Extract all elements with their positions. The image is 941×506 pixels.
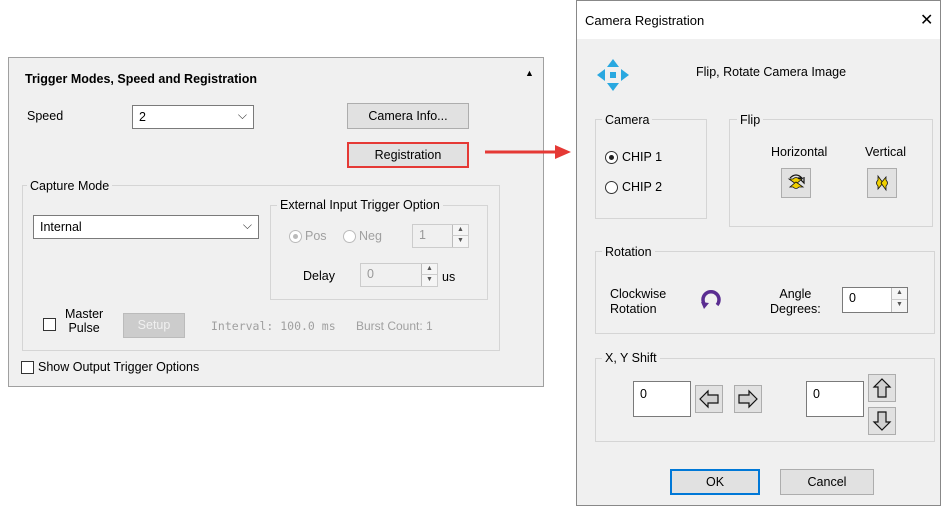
dialog-titlebar: Camera Registration ✕ — [577, 1, 940, 39]
x-shift-value: 0 — [640, 387, 647, 401]
burst-count-text: Burst Count: 1 — [356, 319, 433, 333]
y-shift-input[interactable]: 0 — [806, 381, 864, 417]
pos-label: Pos — [305, 229, 327, 243]
stepper-down-icon[interactable]: ▼ — [891, 300, 907, 312]
delay-stepper[interactable]: 0 ▲ ▼ — [360, 263, 438, 287]
rotation-group-label: Rotation — [602, 245, 655, 259]
stepper-down-icon[interactable]: ▼ — [421, 275, 437, 286]
clockwise-label-line2: Rotation — [610, 302, 657, 316]
stepper-up-icon[interactable]: ▲ — [891, 288, 907, 300]
clockwise-label-line1: Clockwise — [610, 287, 667, 301]
arrow-up-icon — [872, 378, 892, 398]
stepper-down-icon[interactable]: ▼ — [452, 236, 468, 247]
registration-button[interactable]: Registration — [347, 142, 469, 168]
flip-horizontal-icon — [787, 174, 805, 189]
xy-shift-group-label: X, Y Shift — [602, 351, 660, 365]
angle-label-line1: Angle — [779, 287, 812, 301]
camera-info-button[interactable]: Camera Info... — [347, 103, 469, 129]
angle-label-line2: Degrees: — [770, 302, 821, 316]
chip1-label: CHIP 1 — [622, 150, 663, 164]
external-trigger-label: External Input Trigger Option — [277, 198, 443, 212]
speed-label: Speed — [27, 109, 64, 123]
camera-registration-dialog: Camera Registration ✕ Flip, Rotate Camer… — [576, 0, 941, 506]
show-output-checkbox[interactable] — [21, 361, 34, 374]
count-value: 1 — [419, 228, 426, 242]
rotate-clockwise-icon[interactable] — [698, 285, 724, 311]
flip-group — [729, 119, 933, 227]
show-output-label: Show Output Trigger Options — [38, 360, 200, 374]
ok-button[interactable]: OK — [670, 469, 760, 495]
flip-vertical-button[interactable] — [867, 168, 897, 198]
arrow-left-icon — [699, 389, 719, 409]
y-shift-value: 0 — [813, 387, 820, 401]
master-pulse-label-line1: Master — [65, 307, 104, 321]
delay-label: Delay — [303, 269, 335, 283]
collapse-icon[interactable]: ▲ — [525, 68, 534, 78]
flip-horizontal-button[interactable] — [781, 168, 811, 198]
flip-group-label: Flip — [737, 113, 764, 127]
angle-stepper[interactable]: 0 ▲ ▼ — [842, 287, 908, 313]
chip2-label: CHIP 2 — [622, 180, 663, 194]
x-shift-input[interactable]: 0 — [633, 381, 691, 417]
clockwise-rotation-label: Clockwise Rotation — [610, 287, 666, 317]
chip2-radio[interactable] — [605, 181, 618, 194]
arrow-right-icon — [738, 389, 758, 409]
cancel-button[interactable]: Cancel — [780, 469, 874, 495]
angle-degrees-label: Angle Degrees: — [770, 287, 821, 317]
trigger-panel: Trigger Modes, Speed and Registration ▲ … — [8, 57, 544, 387]
capture-mode-dropdown[interactable]: Internal ⌵ — [33, 215, 259, 239]
neg-radio[interactable] — [343, 230, 356, 243]
camera-group-label: Camera — [602, 113, 653, 127]
setup-button[interactable]: Setup — [123, 313, 185, 338]
dialog-heading: Flip, Rotate Camera Image — [696, 65, 847, 79]
chevron-down-icon: ⌵ — [242, 218, 252, 232]
interval-text: Interval: 100.0 ms — [211, 319, 336, 333]
close-icon[interactable]: ✕ — [920, 10, 933, 30]
panel-title: Trigger Modes, Speed and Registration — [25, 72, 257, 86]
neg-label: Neg — [359, 229, 382, 243]
stepper-up-icon[interactable]: ▲ — [421, 264, 437, 275]
pos-radio[interactable] — [289, 230, 302, 243]
count-stepper[interactable]: 1 ▲ ▼ — [412, 224, 469, 248]
shift-right-button[interactable] — [734, 385, 762, 413]
chip1-radio[interactable] — [605, 151, 618, 164]
move-arrows-icon — [597, 59, 629, 91]
delay-unit: us — [442, 270, 456, 284]
speed-value: 2 — [139, 110, 146, 124]
callout-arrow-icon — [485, 145, 571, 159]
horizontal-label: Horizontal — [771, 145, 828, 159]
shift-up-button[interactable] — [868, 374, 896, 402]
shift-left-button[interactable] — [695, 385, 723, 413]
dialog-title: Camera Registration — [585, 13, 705, 28]
flip-vertical-icon — [876, 174, 888, 192]
stepper-up-icon[interactable]: ▲ — [452, 225, 468, 236]
capture-mode-value: Internal — [40, 220, 82, 234]
master-pulse-label: Master Pulse — [65, 307, 103, 335]
chevron-down-icon: ⌵ — [237, 108, 247, 122]
master-pulse-label-line2: Pulse — [68, 321, 100, 335]
angle-value: 0 — [849, 291, 856, 305]
capture-mode-label: Capture Mode — [27, 179, 113, 193]
camera-group — [595, 119, 707, 219]
arrow-down-icon — [872, 411, 892, 431]
master-pulse-checkbox[interactable] — [43, 318, 56, 331]
delay-value: 0 — [367, 267, 374, 281]
vertical-label: Vertical — [865, 145, 906, 159]
speed-dropdown[interactable]: 2 ⌵ — [132, 105, 254, 129]
shift-down-button[interactable] — [868, 407, 896, 435]
